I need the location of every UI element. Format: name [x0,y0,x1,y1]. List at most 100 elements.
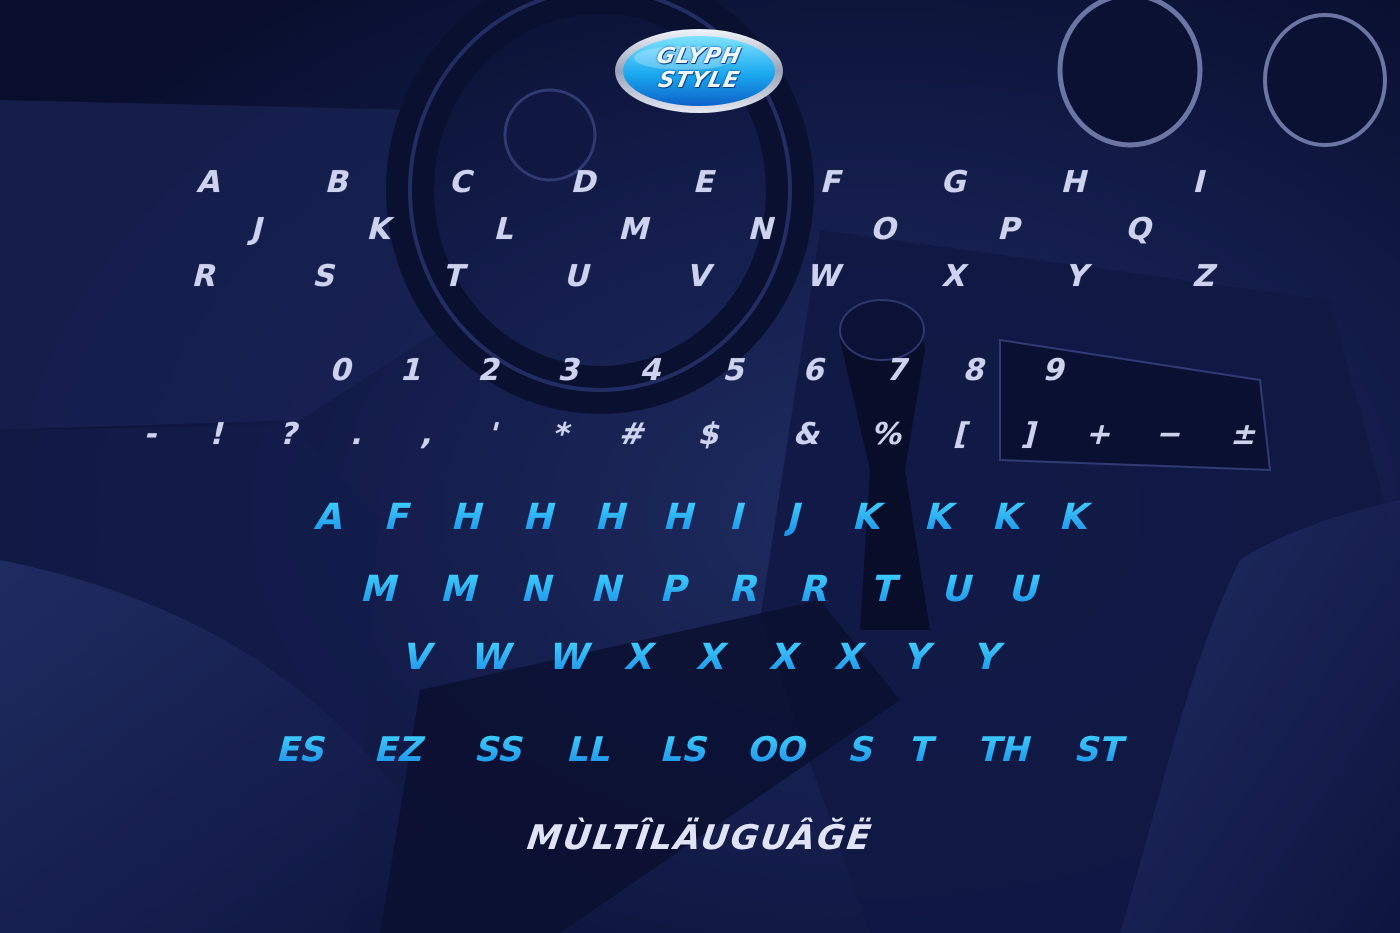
glyph: R [726,569,765,610]
glyph: & [790,417,826,452]
symbols-row: - ! ? . , ' * # $ & % [ ] + − ± [0,417,1400,470]
glyph: ' [485,417,504,452]
glyph: I [1190,165,1211,200]
glyph: T [867,569,903,610]
glyph: J [248,212,269,247]
glyph-style-badge: GLYPH STYLE [614,28,784,114]
ligatures-row: ES EZ SS LL LS OO S T TH ST [0,730,1400,783]
ligature: LL [563,730,617,770]
glyph: I [726,497,750,538]
ligature: ES [273,730,331,770]
ligature: ST [1071,730,1129,770]
glyph: + [1083,417,1118,452]
glyph: X [766,637,805,678]
badge-text-line2: STYLE [655,68,743,93]
glyph: K [364,212,397,247]
glyph: N [587,569,629,610]
glyph: N [517,569,559,610]
glyph: E [690,165,720,200]
glyph: G [938,165,972,200]
glyph: A [311,497,350,538]
glyph: H [519,497,561,538]
glyph: # [616,417,651,452]
uppercase-row-1: A B C D E F G H I [0,165,1400,218]
glyph: 3 [555,353,585,388]
glyph: F [380,497,416,538]
glyph: S [309,259,341,294]
glyph: O [868,212,903,247]
glyph: K [921,497,960,538]
ligature: LS [656,730,714,770]
alternates-row-2: M M N N P R R T U U [0,569,1400,622]
glyph: R [796,569,835,610]
uppercase-row-2: J K L M N O P Q [0,212,1400,265]
glyph: 0 [327,353,357,388]
glyph: ± [1228,417,1263,452]
glyph: [ [950,417,974,452]
glyph: Z [1189,259,1221,294]
ligature: S [844,730,880,770]
ligature: T [905,730,939,770]
glyph: X [939,259,972,294]
glyph: P [656,569,694,610]
glyph: - [141,417,163,452]
glyph: K [849,497,888,538]
glyph: % [868,417,908,452]
ligature: TH [974,730,1036,770]
glyph: V [399,637,438,678]
glyph: Y [1062,259,1094,294]
glyph: 1 [397,353,427,388]
digits-row: 0 1 2 3 4 5 6 7 8 9 [0,353,1400,406]
glyph: , [418,417,439,452]
glyph: B [322,165,354,200]
ligature: SS [471,730,529,770]
glyph: H [659,497,701,538]
glyph: ? [277,417,304,452]
glyph: Y [969,637,1007,678]
glyph: X [831,637,870,678]
glyph: T [440,259,470,294]
glyph: $ [695,417,725,452]
glyph: C [446,165,478,200]
glyph: . [348,417,369,452]
glyph: ] [1018,417,1042,452]
glyph: P [994,212,1026,247]
glyph: W [804,259,847,294]
glyph: M [357,569,404,610]
multilanguage-label: MÙLTÎLÄUGUÂĞË [524,818,876,858]
glyph: J [783,497,807,538]
glyph: X [621,637,660,678]
badge-text-line1: GLYPH [654,44,744,69]
glyph: H [1058,165,1093,200]
glyph: H [447,497,489,538]
glyph: M [437,569,484,610]
glyph: K [1056,497,1095,538]
glyph: L [491,212,520,247]
glyph: 8 [960,353,990,388]
uppercase-row-3: R S T U V W X Y Z [0,259,1400,312]
glyph: U [561,259,595,294]
glyph: 2 [475,353,505,388]
glyph: V [684,259,717,294]
glyph: 6 [800,353,830,388]
glyph: Y [899,637,937,678]
glyph: 4 [637,353,667,388]
glyph: R [189,259,222,294]
glyph: K [989,497,1028,538]
glyph: N [745,212,780,247]
ligature: OO [744,730,812,770]
alternates-row-3: V W W X X X X Y Y [0,637,1400,690]
glyph: * [549,417,575,452]
glyph: M [615,212,655,247]
glyph: 5 [720,353,750,388]
glyph: W [467,637,518,678]
glyph: ! [206,417,230,452]
glyph: − [1153,417,1188,452]
glyph: H [591,497,633,538]
alternates-row-1: A F H H H H I J K K K K [0,497,1400,550]
glyph: W [545,637,596,678]
glyph: Q [1123,212,1158,247]
glyph: F [817,165,847,200]
glyph: 9 [1040,353,1070,388]
glyph: U [938,569,978,610]
